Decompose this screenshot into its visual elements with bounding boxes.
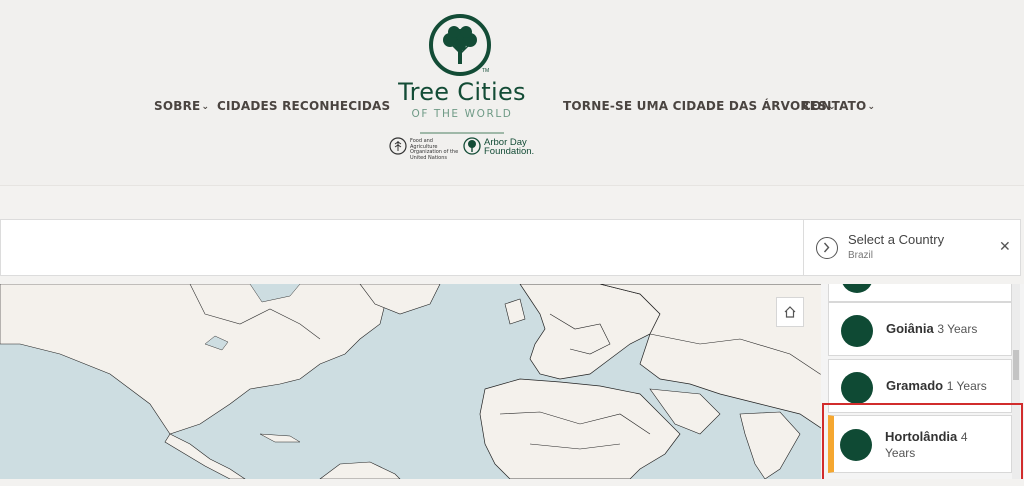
fao-text: Food and Agriculture Organization of the… bbox=[410, 138, 459, 161]
logo-title: Tree Cities bbox=[398, 78, 526, 106]
list-item[interactable] bbox=[828, 284, 1012, 302]
nav-about[interactable]: SOBRE⌄ bbox=[154, 99, 209, 113]
nav-contact[interactable]: CONTATO⌄ bbox=[802, 99, 875, 113]
chevron-down-icon: ⌄ bbox=[867, 102, 876, 112]
country-selector[interactable]: Select a Country Brazil ✕ bbox=[803, 219, 1021, 276]
logo-subtitle: OF THE WORLD bbox=[411, 108, 513, 120]
site-header: SOBRE⌄ CIDADES RECONHECIDAS TORNE-SE UMA… bbox=[0, 0, 1024, 186]
arbor-day-text: Arbor Day Foundation. bbox=[484, 137, 535, 157]
selection-highlight bbox=[822, 403, 1023, 483]
tree-icon bbox=[429, 14, 491, 76]
circle-arrow-right-icon[interactable] bbox=[816, 237, 838, 259]
nav-become-label: TORNE-SE UMA CIDADE DAS ÁRVORES bbox=[563, 99, 828, 113]
city-name: Gramado 1 Years bbox=[886, 378, 987, 393]
fao-logo: Food and Agriculture Organization of the… bbox=[389, 136, 459, 161]
city-marker-icon bbox=[841, 284, 873, 293]
fao-emblem-icon bbox=[389, 137, 407, 155]
country-selector-value: Brazil bbox=[848, 250, 874, 261]
arbor-tree-icon bbox=[463, 137, 481, 155]
home-icon bbox=[784, 306, 796, 318]
nav-recognized-cities[interactable]: CIDADES RECONHECIDAS bbox=[217, 99, 390, 113]
city-name-text: Goiânia bbox=[886, 321, 934, 336]
trademark: TM bbox=[482, 68, 490, 74]
nav-about-label: SOBRE bbox=[154, 99, 201, 113]
city-marker-icon bbox=[841, 315, 873, 347]
city-years: 3 Years bbox=[937, 322, 978, 336]
country-selector-label: Select a Country bbox=[848, 232, 945, 247]
list-scrollbar-thumb[interactable] bbox=[1013, 350, 1019, 380]
city-years: 1 Years bbox=[946, 379, 987, 393]
chevron-down-icon: ⌄ bbox=[201, 102, 210, 112]
nav-recognized-label: CIDADES RECONHECIDAS bbox=[217, 99, 391, 113]
nav-contact-label: CONTATO bbox=[802, 99, 867, 113]
list-item[interactable]: Goiânia 3 Years bbox=[828, 302, 1012, 356]
city-name-text: Gramado bbox=[886, 378, 944, 393]
arbor-day-logo: Arbor Day Foundation. bbox=[463, 136, 538, 158]
map-search-panel[interactable] bbox=[0, 219, 804, 276]
logo-divider bbox=[420, 132, 504, 134]
page-bottom bbox=[0, 479, 1024, 486]
city-name: Goiânia 3 Years bbox=[886, 321, 977, 336]
home-button[interactable] bbox=[776, 297, 804, 327]
close-icon[interactable]: ✕ bbox=[999, 238, 1011, 255]
nav-become-tree-city[interactable]: TORNE-SE UMA CIDADE DAS ÁRVORES⌄ bbox=[563, 99, 836, 113]
city-marker-icon bbox=[841, 372, 873, 404]
